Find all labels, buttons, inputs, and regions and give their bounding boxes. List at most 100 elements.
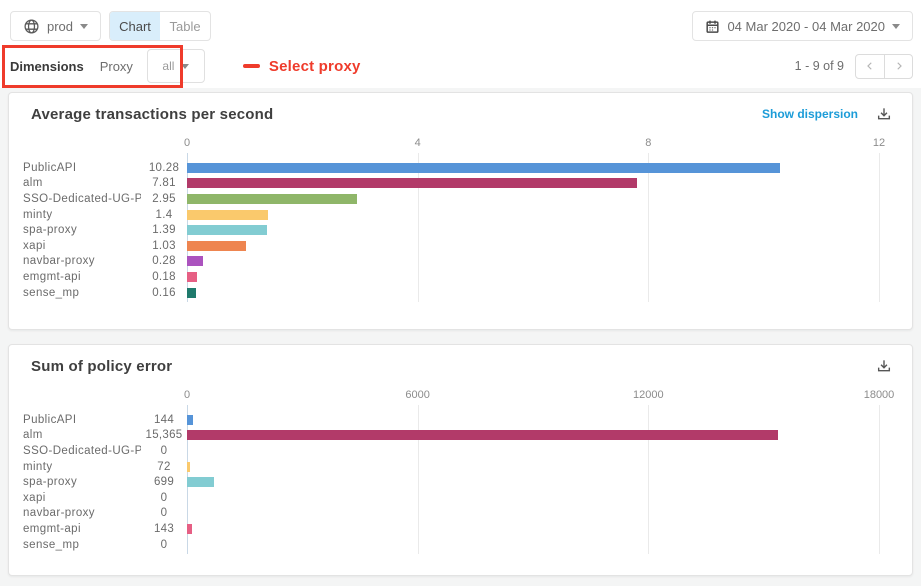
chart-row: alm15,365: [9, 428, 912, 444]
row-label: minty: [23, 209, 141, 221]
chart-row: spa-proxy699: [9, 474, 912, 490]
chart-row: PublicAPI144: [9, 412, 912, 428]
row-value: 0: [141, 507, 187, 519]
axis-tick: 6000: [405, 389, 429, 401]
chart-row: SSO-Dedicated-UG-Pr...0: [9, 443, 912, 459]
row-label: emgmt-api: [23, 523, 141, 535]
chart-row: emgmt-api143: [9, 521, 912, 537]
chevron-down-icon: [181, 64, 189, 69]
environment-selector[interactable]: prod: [10, 11, 101, 41]
row-value: 10.28: [141, 162, 187, 174]
chart-row: navbar-proxy0: [9, 506, 912, 522]
proxy-select-value: all: [162, 59, 174, 73]
chart-row: xapi0: [9, 490, 912, 506]
row-value: 143: [141, 523, 187, 535]
bar-track: [187, 415, 879, 425]
card-actions: [876, 358, 892, 374]
row-label: navbar-proxy: [23, 255, 141, 267]
axis-tick: 12000: [633, 389, 664, 401]
row-label: sense_mp: [23, 539, 141, 551]
chart-title: Average transactions per second: [31, 106, 273, 123]
row-value: 0.28: [141, 255, 187, 267]
card-policy-error: Sum of policy error 0 6000 12000 18000 P…: [8, 344, 913, 576]
date-range-selector[interactable]: 04 Mar 2020 - 04 Mar 2020: [692, 11, 913, 41]
globe-icon: [23, 18, 40, 35]
row-label: minty: [23, 461, 141, 473]
chart-row: emgmt-api0.18: [9, 269, 912, 285]
chart-row: spa-proxy1.39: [9, 222, 912, 238]
bar-track: [187, 194, 879, 204]
axis-tick: 18000: [864, 389, 895, 401]
row-value: 1.4: [141, 209, 187, 221]
chevron-down-icon: [80, 24, 88, 29]
row-label: emgmt-api: [23, 271, 141, 283]
chevron-right-icon: [893, 60, 905, 72]
bar-track: [187, 446, 879, 456]
chevron-left-icon: [864, 60, 876, 72]
row-value: 1.39: [141, 224, 187, 236]
chart-rows: PublicAPI144alm15,365SSO-Dedicated-UG-Pr…: [9, 405, 912, 558]
calendar-icon: [705, 19, 720, 34]
bar: [187, 194, 357, 204]
pagination-label: 1 - 9 of 9: [795, 59, 844, 73]
chart-row: sense_mp0: [9, 537, 912, 553]
bar: [187, 462, 190, 472]
chart-row: minty72: [9, 459, 912, 475]
filter-bar: Dimensions Proxy all Select proxy 1 - 9 …: [8, 46, 913, 86]
axis-tick: 8: [645, 137, 651, 149]
row-value: 0: [141, 492, 187, 504]
row-label: sense_mp: [23, 287, 141, 299]
row-label: xapi: [23, 492, 141, 504]
bar-chart: 0 4 8 12 PublicAPI10.28alm7.81SSO-Dedica…: [9, 137, 912, 306]
row-value: 15,365: [141, 429, 187, 441]
download-icon: [876, 358, 892, 374]
card-avg-tps: Average transactions per second Show dis…: [8, 92, 913, 330]
bar-track: [187, 288, 879, 298]
row-label: SSO-Dedicated-UG-Pr...: [23, 445, 141, 457]
bar-track: [187, 540, 879, 550]
row-label: SSO-Dedicated-UG-Pr...: [23, 193, 141, 205]
view-tabs: Chart Table: [109, 11, 211, 41]
tab-table[interactable]: Table: [160, 12, 210, 40]
row-label: PublicAPI: [23, 414, 141, 426]
date-range-label: 04 Mar 2020 - 04 Mar 2020: [727, 19, 885, 34]
bar-chart: 0 6000 12000 18000 PublicAPI144alm15,365…: [9, 389, 912, 558]
row-value: 699: [141, 476, 187, 488]
show-dispersion-link[interactable]: Show dispersion: [762, 107, 858, 121]
chart-row: navbar-proxy0.28: [9, 254, 912, 270]
pagination-buttons: [855, 54, 913, 79]
bar-track: [187, 256, 879, 266]
axis-tick: 12: [873, 137, 885, 149]
dimension-proxy-label: Proxy: [100, 59, 133, 74]
tab-chart[interactable]: Chart: [110, 12, 160, 40]
axis-tick: 0: [184, 389, 190, 401]
bar: [187, 178, 637, 188]
bar-track: [187, 272, 879, 282]
prev-page-button[interactable]: [856, 55, 884, 78]
bar-track: [187, 477, 879, 487]
axis-tick: 4: [415, 137, 421, 149]
row-label: spa-proxy: [23, 476, 141, 488]
bar: [187, 524, 192, 534]
chart-rows: PublicAPI10.28alm7.81SSO-Dedicated-UG-Pr…: [9, 153, 912, 306]
row-label: xapi: [23, 240, 141, 252]
x-axis: 0 6000 12000 18000: [187, 389, 879, 405]
chart-title: Sum of policy error: [31, 358, 172, 375]
proxy-select[interactable]: all: [147, 49, 205, 83]
chart-row: sense_mp0.16: [9, 285, 912, 301]
x-axis: 0 4 8 12: [187, 137, 879, 153]
row-value: 0.16: [141, 287, 187, 299]
download-button[interactable]: [876, 106, 892, 122]
row-value: 0.18: [141, 271, 187, 283]
download-icon: [876, 106, 892, 122]
bar-track: [187, 524, 879, 534]
next-page-button[interactable]: [884, 55, 912, 78]
chart-row: xapi1.03: [9, 238, 912, 254]
bar-track: [187, 493, 879, 503]
top-toolbar: prod Chart Table 04 Mar 2020 - 04 Mar 20…: [10, 11, 913, 41]
row-label: alm: [23, 177, 141, 189]
row-value: 0: [141, 445, 187, 457]
bar: [187, 256, 203, 266]
bar-track: [187, 163, 879, 173]
download-button[interactable]: [876, 358, 892, 374]
